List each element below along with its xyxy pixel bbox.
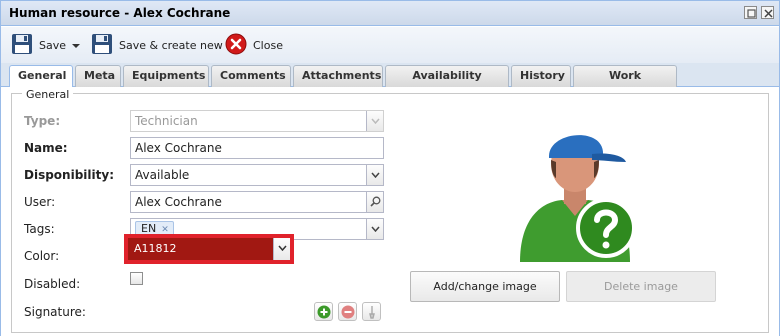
name-value: Alex Cochrane — [135, 141, 222, 155]
floppy-disk-icon — [11, 33, 33, 58]
chevron-down-icon[interactable] — [72, 38, 81, 52]
save-button[interactable]: Save — [11, 33, 81, 58]
close-button[interactable]: Close — [225, 33, 283, 57]
type-value: Technician — [135, 114, 198, 128]
delete-image-button: Delete image — [566, 271, 716, 302]
color-picker-highlight: A11812 — [124, 234, 294, 264]
disponibility-value: Available — [135, 168, 190, 182]
restore-icon[interactable] — [744, 6, 757, 19]
tab-equipments[interactable]: Equipments — [123, 65, 209, 87]
tab-attachments[interactable]: Attachments — [293, 65, 383, 87]
floppy-disk-icon — [91, 33, 113, 58]
disponibility-label: Disponibility: — [24, 168, 114, 182]
chevron-down-icon[interactable] — [366, 219, 383, 239]
name-field[interactable]: Alex Cochrane — [130, 137, 384, 159]
hr-window: Human resource - Alex Cochrane Save Save… — [0, 0, 780, 336]
tab-work-schedule[interactable]: Work schedule — [573, 65, 677, 102]
add-signature-button[interactable] — [314, 302, 333, 321]
user-value: Alex Cochrane — [135, 195, 222, 209]
add-change-image-button[interactable]: Add/change image — [410, 271, 560, 302]
close-label: Close — [253, 38, 283, 52]
tab-availability-history[interactable]: Availability history — [385, 65, 509, 102]
color-value: A11812 — [134, 242, 177, 255]
color-select[interactable]: A11812 — [128, 238, 290, 260]
tab-history[interactable]: History — [511, 65, 571, 87]
toolbar: Save Save & create new Close — [1, 27, 779, 63]
tab-strip: General Meta Equipments Comments Attachm… — [1, 63, 779, 102]
disabled-checkbox[interactable] — [130, 272, 143, 285]
user-question-icon — [520, 135, 636, 262]
magnifier-icon[interactable] — [366, 192, 383, 212]
save-create-new-label: Save & create new — [119, 38, 223, 52]
chevron-down-icon — [366, 111, 383, 131]
window-title: Human resource - Alex Cochrane — [9, 6, 231, 20]
save-create-new-button[interactable]: Save & create new — [91, 33, 223, 57]
disabled-label: Disabled: — [24, 277, 81, 291]
user-field[interactable]: Alex Cochrane — [130, 191, 384, 213]
chevron-down-icon[interactable] — [273, 238, 290, 260]
tab-general[interactable]: General — [9, 65, 73, 88]
tags-label: Tags: — [24, 222, 55, 236]
general-panel: General Type: Technician Name: Alex Coch… — [1, 87, 779, 336]
save-label: Save — [39, 38, 67, 52]
red-x-circle-icon — [225, 33, 247, 58]
title-bar: Human resource - Alex Cochrane — [1, 1, 779, 26]
tab-meta[interactable]: Meta — [75, 65, 121, 87]
chevron-down-icon[interactable] — [366, 165, 383, 185]
signature-label: Signature: — [24, 305, 86, 319]
user-label: User: — [24, 195, 56, 209]
general-fieldset: General Type: Technician Name: Alex Coch… — [11, 88, 769, 333]
color-label: Color: — [24, 249, 60, 263]
name-label: Name: — [24, 141, 68, 155]
fieldset-legend: General — [22, 88, 74, 101]
tab-comments[interactable]: Comments — [211, 65, 291, 87]
sign-button[interactable] — [362, 302, 381, 321]
remove-signature-button[interactable] — [338, 302, 357, 321]
type-label: Type: — [24, 114, 61, 128]
type-select: Technician — [130, 110, 384, 132]
disponibility-select[interactable]: Available — [130, 164, 384, 186]
close-icon[interactable] — [761, 6, 774, 19]
